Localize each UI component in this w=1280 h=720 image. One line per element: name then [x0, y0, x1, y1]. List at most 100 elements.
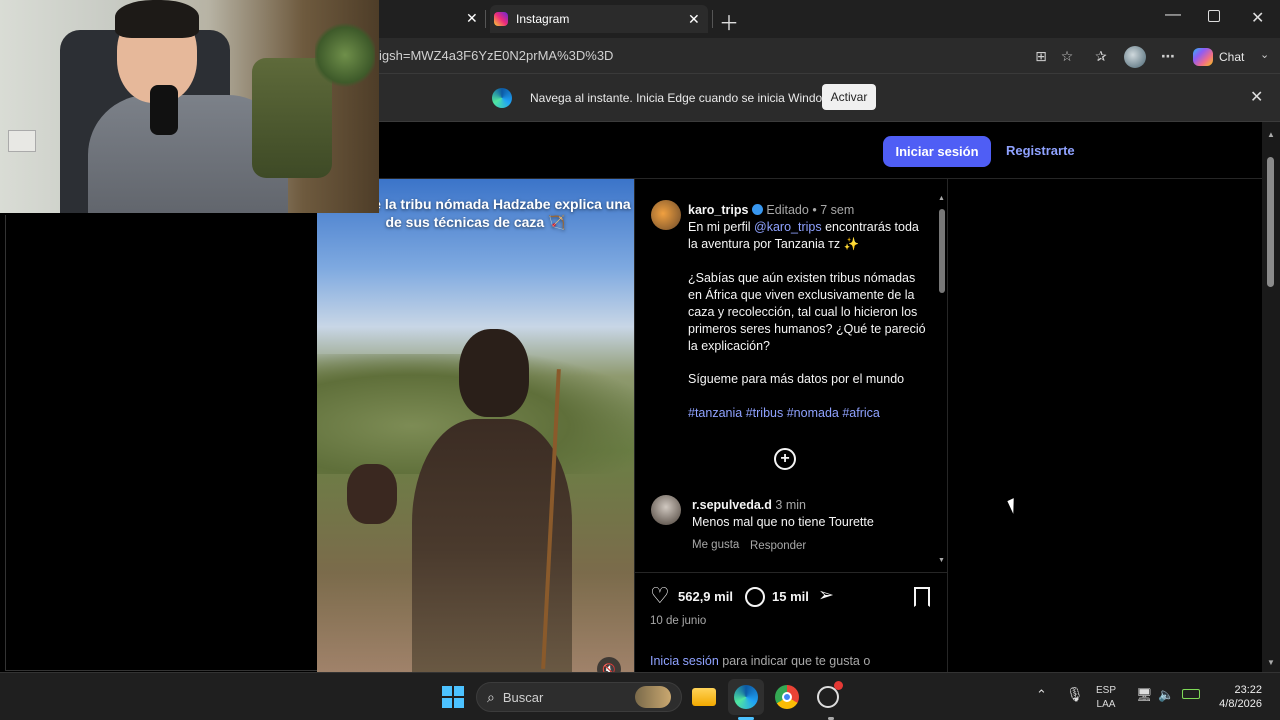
keyboard-layout: LAA	[1096, 699, 1116, 710]
hashtag[interactable]: #africa	[842, 406, 880, 420]
comment-like-link[interactable]: Me gusta	[692, 539, 739, 551]
obs-app[interactable]	[810, 679, 846, 715]
person-hand-image	[347, 464, 397, 524]
login-prompt-link[interactable]: Inicia sesión	[650, 654, 719, 668]
save-bookmark-icon[interactable]	[914, 587, 930, 607]
scroll-down-icon[interactable]: ▼	[938, 557, 945, 564]
load-more-comments-icon[interactable]: +	[774, 448, 796, 470]
plant-image	[315, 20, 375, 90]
caption-header: karo_trips Editado • 7 sem	[688, 202, 928, 219]
scroll-up-icon[interactable]: ▲	[938, 195, 945, 202]
scrollbar-thumb[interactable]	[939, 209, 945, 293]
actions-divider	[635, 572, 948, 573]
tab-title: Instagram	[516, 12, 570, 26]
chat-label: Chat	[1219, 50, 1245, 64]
likes-count: 562,9 mil	[678, 589, 733, 604]
copilot-icon	[1193, 48, 1213, 66]
close-tab-icon[interactable]: ✕	[688, 11, 700, 28]
separator-dot: •	[812, 203, 817, 217]
battery-icon[interactable]	[1182, 689, 1200, 699]
commenter-avatar[interactable]	[651, 495, 681, 525]
folder-icon	[692, 688, 716, 706]
start-button[interactable]	[435, 679, 471, 715]
hashtag[interactable]: #nomada	[787, 406, 839, 420]
windows-logo-icon	[442, 686, 464, 708]
favorite-star-icon[interactable]: ☆	[1055, 44, 1079, 68]
post-age: 7 sem	[820, 203, 855, 217]
caption-paragraph-3: Sígueme para más datos por el mundo	[688, 372, 905, 386]
clock-time: 23:22	[1234, 684, 1262, 696]
language-code: ESP	[1096, 685, 1117, 696]
person-head-image	[459, 329, 529, 417]
language-indicator[interactable]: ESP LAA	[1096, 684, 1116, 712]
clock-date: 4/8/2026	[1219, 698, 1262, 710]
search-icon: ⌕	[487, 688, 495, 705]
author-avatar[interactable]	[651, 200, 681, 230]
taskbar-search-box[interactable]: ⌕ Buscar	[476, 682, 682, 712]
comment-icon[interactable]	[745, 587, 765, 607]
webcam-overlay-image	[0, 0, 379, 213]
like-heart-icon[interactable]: ♡	[650, 585, 670, 607]
more-menu-icon[interactable]: ⋯	[1156, 44, 1180, 68]
activate-button[interactable]: Activar	[822, 84, 876, 110]
verified-badge-icon	[751, 204, 763, 215]
restore-icon[interactable]	[1208, 10, 1220, 22]
tab-divider	[712, 10, 713, 28]
file-explorer-app[interactable]	[686, 679, 722, 715]
network-icon[interactable]: 🖥	[1136, 687, 1153, 703]
close-window-icon[interactable]: ✕	[1251, 8, 1264, 28]
hashtag[interactable]: #tanzania	[688, 406, 742, 420]
reel-video[interactable]: Joven de la tribu nómada Hadzabe explica…	[317, 179, 634, 672]
comment-header: r.sepulveda.d 3 min	[692, 497, 922, 514]
edge-app[interactable]	[728, 679, 764, 715]
post-panel: karo_trips Editado • 7 sem En mi perfil …	[634, 179, 948, 672]
app-available-icon[interactable]: ⊞	[1029, 44, 1053, 68]
tab-divider	[485, 10, 486, 28]
favorites-icon[interactable]: ✰	[1089, 44, 1113, 68]
new-tab-icon[interactable]: ＋	[719, 7, 739, 36]
microphone-image	[150, 85, 178, 135]
left-backdrop	[5, 215, 317, 671]
share-send-icon[interactable]: ➢	[818, 584, 834, 607]
hashtag[interactable]: #tribus	[746, 406, 784, 420]
browser-tab[interactable]: ✕	[380, 5, 485, 33]
caption-line-1: En mi perfil @karo_trips encontrarás tod…	[688, 219, 928, 253]
scroll-up-icon[interactable]: ▲	[1267, 130, 1275, 139]
hashtag-list: #tanzania #tribus #nomada #africa	[688, 405, 928, 422]
author-username[interactable]: karo_trips	[688, 203, 748, 217]
scroll-down-icon[interactable]: ▼	[1267, 658, 1275, 667]
copilot-chat-button[interactable]: Chat	[1193, 46, 1257, 68]
edited-label: Editado	[766, 203, 809, 217]
wall-outlet-image	[8, 130, 36, 152]
profile-avatar[interactable]	[1124, 46, 1146, 68]
chevron-down-icon[interactable]: ⌄	[1260, 48, 1269, 61]
mute-icon[interactable]: 🔇	[597, 657, 621, 672]
comment-reply-link[interactable]: Responder	[750, 540, 806, 552]
browser-tab-instagram[interactable]: Instagram ✕	[490, 5, 708, 33]
page-scrollbar[interactable]: ▲ ▼	[1262, 122, 1280, 672]
volume-icon[interactable]: 🔈	[1158, 687, 1174, 703]
show-hidden-icons-icon[interactable]: ⌃	[1036, 687, 1047, 703]
chrome-app[interactable]	[769, 679, 805, 715]
close-tab-icon[interactable]: ✕	[466, 10, 478, 27]
signup-link[interactable]: Registrarte	[1006, 143, 1075, 158]
commenter-username[interactable]: r.sepulveda.d	[692, 498, 772, 512]
login-button[interactable]: Iniciar sesión	[883, 136, 991, 167]
instagram-icon	[494, 12, 508, 26]
chrome-icon	[775, 685, 799, 709]
scrollbar-thumb[interactable]	[1267, 157, 1274, 287]
recording-dot-icon	[834, 681, 843, 690]
clock[interactable]: 23:22	[1228, 683, 1262, 698]
url-field[interactable]: igsh=MWZ4a3F6YzE0N2prMA%3D%3D	[379, 48, 613, 63]
search-highlight-icon	[635, 686, 671, 708]
minimize-icon[interactable]: —	[1165, 6, 1181, 24]
comment-text: Menos mal que no tiene Tourette	[692, 515, 874, 529]
microphone-icon[interactable]: 🎙	[1066, 686, 1084, 703]
mention-link[interactable]: @karo_trips	[754, 220, 822, 234]
close-infobar-icon[interactable]: ✕	[1250, 87, 1263, 107]
comments-scrollbar[interactable]: ▲ ▼	[937, 193, 947, 569]
windows-taskbar: ⌕ Buscar ⌃ 🎙 ESP LAA 🖥 🔈 23:22 4/8/2026	[0, 672, 1280, 720]
info-message: Navega al instante. Inicia Edge cuando s…	[530, 91, 841, 105]
comments-count: 15 mil	[772, 589, 809, 604]
caption-paragraph-2: ¿Sabías que aún existen tribus nómadas e…	[688, 271, 926, 353]
